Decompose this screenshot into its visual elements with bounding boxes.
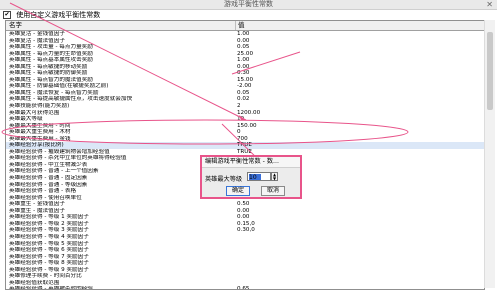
row-name-cell: 英雄经验获得 - 英雄被杀时的经验	[9, 286, 93, 290]
window-title: 游戏平衡性常数	[224, 0, 273, 8]
checkbox-icon[interactable]: ✔	[3, 11, 11, 19]
selected-value: 10	[249, 173, 261, 181]
column-header-value[interactable]: 值	[235, 21, 245, 30]
row-value-cell: 0.65	[237, 286, 250, 290]
scrollbar-thumb[interactable]	[487, 32, 493, 110]
max-level-input[interactable]: 10	[247, 172, 271, 181]
table-row[interactable]: 英雄经验获得 - 英雄被杀时的经验 0.65	[6, 286, 484, 290]
close-icon[interactable]: ✕	[486, 0, 493, 9]
dialog-field-label: 英雄最大等级	[205, 176, 243, 183]
checkbox-label: 使用自定义游戏平衡性常数	[16, 11, 101, 19]
edit-constant-dialog: 编辑游戏平衡性常数 - 数... 英雄最大等级 10 ▲ ▼ 确定 取消	[200, 155, 302, 199]
ok-button[interactable]: 确定	[226, 186, 250, 196]
cancel-button[interactable]: 取消	[261, 186, 285, 196]
dialog-title: 编辑游戏平衡性常数 - 数...	[202, 157, 300, 168]
spinner-arrows-icon[interactable]: ▲ ▼	[271, 172, 278, 181]
window-titlebar: 游戏平衡性常数 ✕	[0, 0, 497, 10]
custom-constants-toggle[interactable]: ✔ 使用自定义游戏平衡性常数	[3, 10, 100, 20]
vertical-scrollbar[interactable]	[484, 20, 495, 288]
column-header-name[interactable]: 名字	[9, 21, 22, 30]
table-header: 名字 值	[6, 21, 484, 31]
